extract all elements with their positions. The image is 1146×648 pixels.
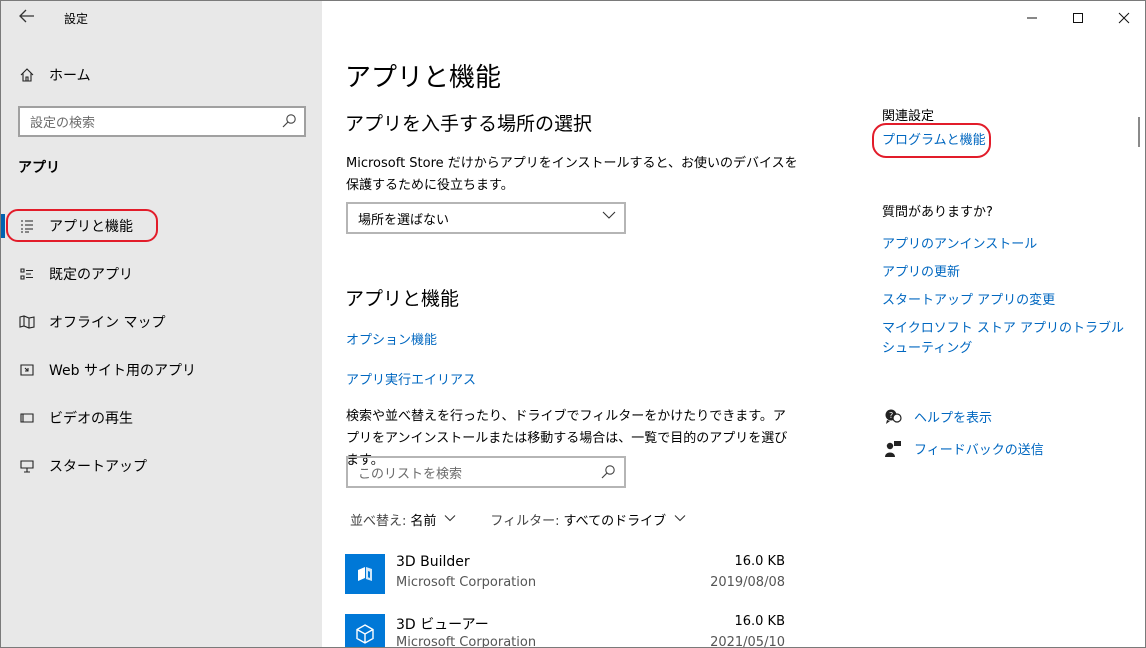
scrollbar[interactable]: [1138, 117, 1140, 147]
sort-filter-row: 並べ替え: 名前 フィルター: すべてのドライブ: [350, 510, 686, 529]
app-date: 2021/05/10: [710, 635, 785, 648]
sidebar-item-startup[interactable]: スタートアップ: [18, 454, 147, 478]
back-arrow-icon[interactable]: [17, 8, 37, 28]
app-name: 3D Builder: [396, 554, 470, 570]
related-settings-heading: 関連設定: [882, 109, 935, 124]
help-chat-icon: ?: [882, 408, 904, 426]
feedback-person-icon: [882, 440, 904, 458]
search-icon: [600, 464, 616, 484]
sidebar-item-offline-maps[interactable]: オフライン マップ: [18, 310, 165, 334]
startup-icon: [18, 457, 36, 475]
sidebar-home-label: ホーム: [49, 68, 91, 84]
app-publisher: Microsoft Corporation: [396, 575, 537, 590]
highlight-oval: [872, 123, 991, 158]
highlight-oval: [6, 209, 158, 242]
app-source-dropdown[interactable]: 場所を選ばない: [346, 202, 626, 234]
app-list-item[interactable]: 3D ビューアー Microsoft Corporation 16.0 KB 2…: [345, 614, 785, 648]
search-icon: [281, 113, 297, 133]
app-aliases-link[interactable]: アプリ実行エイリアス: [346, 369, 476, 388]
chevron-down-icon: [444, 512, 456, 527]
window-controls: [1009, 1, 1145, 35]
uninstall-apps-link[interactable]: アプリのアンインストール: [882, 235, 1132, 255]
source-section-description: Microsoft Store だけからアプリをインストールすると、お使いのデバ…: [346, 156, 798, 193]
default-apps-icon: [18, 265, 36, 283]
sidebar-item-video-playback[interactable]: ビデオの再生: [18, 406, 133, 430]
offline-maps-icon: [18, 313, 36, 331]
sidebar-section-title: アプリ: [18, 160, 60, 176]
maximize-icon: [1073, 13, 1083, 23]
help-link[interactable]: ? ヘルプを表示: [882, 407, 992, 426]
close-button[interactable]: [1101, 1, 1145, 35]
questions-heading: 質問がありますか?: [882, 205, 993, 220]
sort-dropdown[interactable]: 並べ替え: 名前: [350, 510, 456, 529]
sidebar-item-label: オフライン マップ: [49, 315, 166, 331]
filter-label: フィルター:: [490, 514, 560, 529]
maximize-button[interactable]: [1055, 1, 1101, 35]
svg-text:?: ?: [889, 411, 893, 420]
sort-value: 名前: [410, 514, 437, 529]
minimize-icon: [1027, 17, 1037, 19]
window-title: 設定: [64, 12, 89, 26]
sidebar-item-label: Web サイト用のアプリ: [49, 363, 196, 379]
3d-builder-app-icon: [345, 554, 385, 594]
apps-for-websites-icon: [18, 361, 36, 379]
app-name: 3D ビューアー: [396, 617, 489, 633]
store-apps-troubleshoot-link[interactable]: マイクロソフト ストア アプリのトラブルシューティング: [882, 319, 1127, 359]
3d-viewer-app-icon: [345, 614, 385, 647]
help-link-label: ヘルプを表示: [914, 411, 993, 426]
filter-dropdown[interactable]: フィルター: すべてのドライブ: [490, 510, 686, 529]
change-startup-apps-link[interactable]: スタートアップ アプリの変更: [882, 291, 1132, 311]
minimize-button[interactable]: [1009, 1, 1055, 35]
app-date: 2019/08/08: [710, 575, 785, 590]
sidebar-item-apps-for-websites[interactable]: Web サイト用のアプリ: [18, 358, 196, 382]
app-size: 16.0 KB: [734, 554, 785, 569]
search-placeholder: 設定の検索: [30, 116, 96, 131]
app-list-item[interactable]: 3D Builder Microsoft Corporation 16.0 KB…: [345, 554, 785, 602]
sidebar-item-label: スタートアップ: [49, 459, 147, 475]
feedback-link-label: フィードバックの送信: [914, 443, 1044, 458]
sidebar-item-label: 既定のアプリ: [49, 267, 133, 283]
chevron-down-icon: [602, 208, 616, 226]
app-size: 16.0 KB: [734, 614, 785, 629]
page-title: アプリと機能: [345, 63, 502, 93]
update-apps-link[interactable]: アプリの更新: [882, 263, 1132, 283]
list-search-placeholder: このリストを検索: [358, 466, 463, 482]
chevron-down-icon: [674, 512, 686, 527]
main-content: アプリと機能 アプリを入手する場所の選択 Microsoft Store だけか…: [322, 1, 1145, 648]
optional-features-link[interactable]: オプション機能: [346, 329, 437, 348]
sidebar-item-label: ビデオの再生: [49, 411, 133, 427]
video-playback-icon: [18, 409, 36, 427]
source-section-heading: アプリを入手する場所の選択: [345, 113, 593, 135]
app-list-search-input[interactable]: このリストを検索: [346, 456, 626, 488]
sidebar: 設定 ホーム 設定の検索 アプリ アプリと機能 既定のアプリ オフライン マップ…: [1, 1, 322, 647]
feedback-link[interactable]: フィードバックの送信: [882, 439, 1044, 458]
sidebar-item-home[interactable]: ホーム: [18, 63, 91, 87]
settings-window: 設定 ホーム 設定の検索 アプリ アプリと機能 既定のアプリ オフライン マップ…: [0, 0, 1146, 648]
sort-label: 並べ替え:: [350, 514, 407, 529]
apps-section-heading: アプリと機能: [345, 288, 460, 310]
home-icon: [18, 66, 36, 84]
filter-value: すべてのドライブ: [563, 514, 667, 529]
settings-search-input[interactable]: 設定の検索: [18, 106, 306, 137]
sidebar-item-default-apps[interactable]: 既定のアプリ: [18, 262, 133, 286]
dropdown-value: 場所を選ばない: [358, 212, 450, 228]
active-indicator: [1, 214, 5, 238]
app-publisher: Microsoft Corporation: [396, 635, 537, 648]
close-icon: [1118, 12, 1130, 24]
